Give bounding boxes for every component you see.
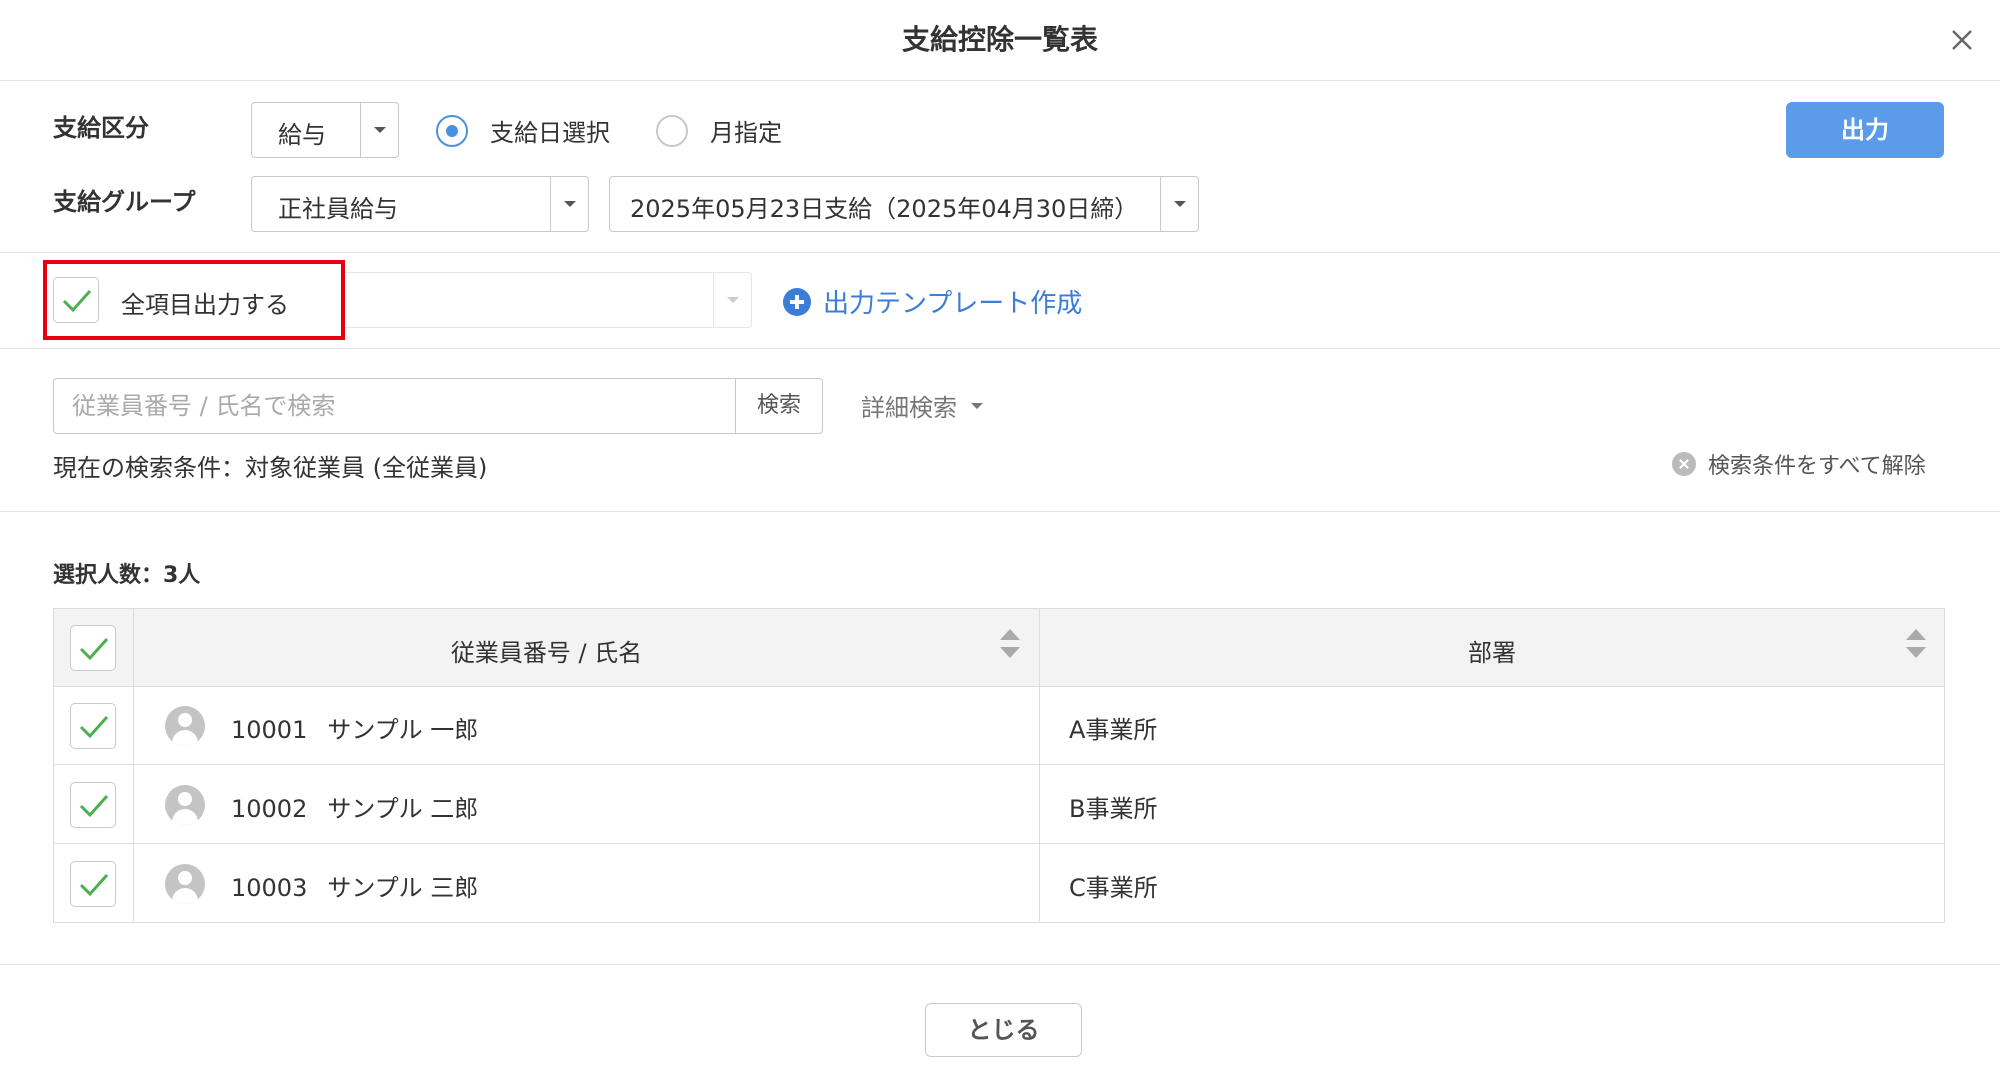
chevron-down-icon <box>971 402 983 409</box>
employee-number: 10002 <box>231 795 308 823</box>
department-cell: A事業所 <box>1069 716 1158 744</box>
radio-month[interactable]: 月指定 <box>656 113 782 148</box>
selection-count: 選択人数：3人 <box>53 563 201 588</box>
all-items-label: 全項目出力する <box>121 291 289 319</box>
pay-type-value: 給与 <box>278 121 326 149</box>
create-template-label: 出力テンプレート作成 <box>823 289 1083 319</box>
check-icon <box>79 873 109 897</box>
employee-cell: 10002 サンプル 二郎 <box>231 789 478 824</box>
select-all-checkbox[interactable] <box>70 625 116 671</box>
column-divider <box>1039 609 1040 922</box>
sort-icon[interactable] <box>1906 629 1926 665</box>
close-button[interactable]: とじる <box>925 1003 1082 1057</box>
row-checkbox[interactable] <box>70 782 116 828</box>
pay-date-select[interactable]: 2025年05月23日支給（2025年04月30日締） <box>609 176 1199 232</box>
template-select <box>345 272 752 328</box>
row-checkbox[interactable] <box>70 703 116 749</box>
dropdown-arrow-icon[interactable] <box>1160 177 1198 231</box>
pay-date-value: 2025年05月23日支給（2025年04月30日締） <box>630 195 1139 223</box>
employee-cell: 10003 サンプル 三郎 <box>231 868 478 903</box>
employee-name: サンプル 二郎 <box>327 795 479 823</box>
payroll-deduction-modal: 支給控除一覧表 支給区分 給与 支給日選択 月指定 出力 支給グループ 正社員給… <box>0 0 2000 1087</box>
clear-conditions-link[interactable]: 検索条件をすべて解除 <box>1672 448 1926 480</box>
radio-month-label: 月指定 <box>710 119 782 147</box>
modal-header: 支給控除一覧表 <box>0 0 2000 81</box>
row-checkbox[interactable] <box>70 861 116 907</box>
divider <box>0 964 2000 965</box>
sort-icon[interactable] <box>1000 629 1020 665</box>
pay-type-label: 支給区分 <box>53 114 149 142</box>
avatar-icon <box>165 785 205 825</box>
column-header-employee[interactable]: 従業員番号 / 氏名 <box>134 633 959 668</box>
employee-name: サンプル 一郎 <box>327 716 479 744</box>
all-items-checkbox[interactable] <box>53 277 99 323</box>
employee-number: 10003 <box>231 874 308 902</box>
pay-group-label: 支給グループ <box>53 188 196 216</box>
check-icon <box>62 289 92 313</box>
pay-type-select[interactable]: 給与 <box>251 102 399 158</box>
clear-conditions-label: 検索条件をすべて解除 <box>1708 454 1926 479</box>
plus-circle-icon <box>783 287 811 316</box>
search-input[interactable] <box>53 378 735 434</box>
table-row: 10001 サンプル 一郎 A事業所 <box>54 687 1944 765</box>
clear-icon <box>1672 452 1696 476</box>
check-icon <box>79 637 109 661</box>
employee-number: 10001 <box>231 716 308 744</box>
close-icon[interactable] <box>1940 18 1984 62</box>
radio-unselected-icon[interactable] <box>656 114 688 147</box>
page-title: 支給控除一覧表 <box>901 23 1098 56</box>
output-button[interactable]: 出力 <box>1786 102 1944 158</box>
table-header: 従業員番号 / 氏名 部署 <box>54 609 1944 687</box>
check-icon <box>79 715 109 739</box>
column-divider <box>133 609 134 922</box>
column-header-department[interactable]: 部署 <box>1039 633 1945 668</box>
table-row: 10003 サンプル 三郎 C事業所 <box>54 845 1944 923</box>
radio-pay-date[interactable]: 支給日選択 <box>436 113 610 148</box>
pay-group-value: 正社員給与 <box>278 195 398 223</box>
divider <box>0 511 2000 512</box>
divider <box>0 348 2000 349</box>
pay-group-select[interactable]: 正社員給与 <box>251 176 589 232</box>
dropdown-arrow-icon[interactable] <box>550 177 588 231</box>
avatar-icon <box>165 864 205 904</box>
employee-table: 従業員番号 / 氏名 部署 10001 サンプル 一郎 A事業所 10002 サ… <box>53 608 1945 923</box>
radio-pay-date-label: 支給日選択 <box>490 119 610 147</box>
department-cell: B事業所 <box>1069 795 1158 823</box>
employee-name: サンプル 三郎 <box>327 874 479 902</box>
divider <box>0 252 2000 253</box>
avatar-icon <box>165 706 205 746</box>
search-condition-text: 現在の検索条件：対象従業員 (全従業員) <box>53 454 488 482</box>
department-cell: C事業所 <box>1069 874 1158 902</box>
search-button[interactable]: 検索 <box>735 378 823 434</box>
dropdown-arrow-icon <box>713 273 751 327</box>
radio-selected-icon[interactable] <box>436 114 468 147</box>
advanced-search-label: 詳細検索 <box>861 394 957 422</box>
create-template-link[interactable]: 出力テンプレート作成 <box>783 283 1082 320</box>
dropdown-arrow-icon[interactable] <box>360 103 398 157</box>
advanced-search-toggle[interactable]: 詳細検索 <box>861 388 983 423</box>
table-row: 10002 サンプル 二郎 B事業所 <box>54 766 1944 844</box>
employee-cell: 10001 サンプル 一郎 <box>231 710 478 745</box>
check-icon <box>79 794 109 818</box>
